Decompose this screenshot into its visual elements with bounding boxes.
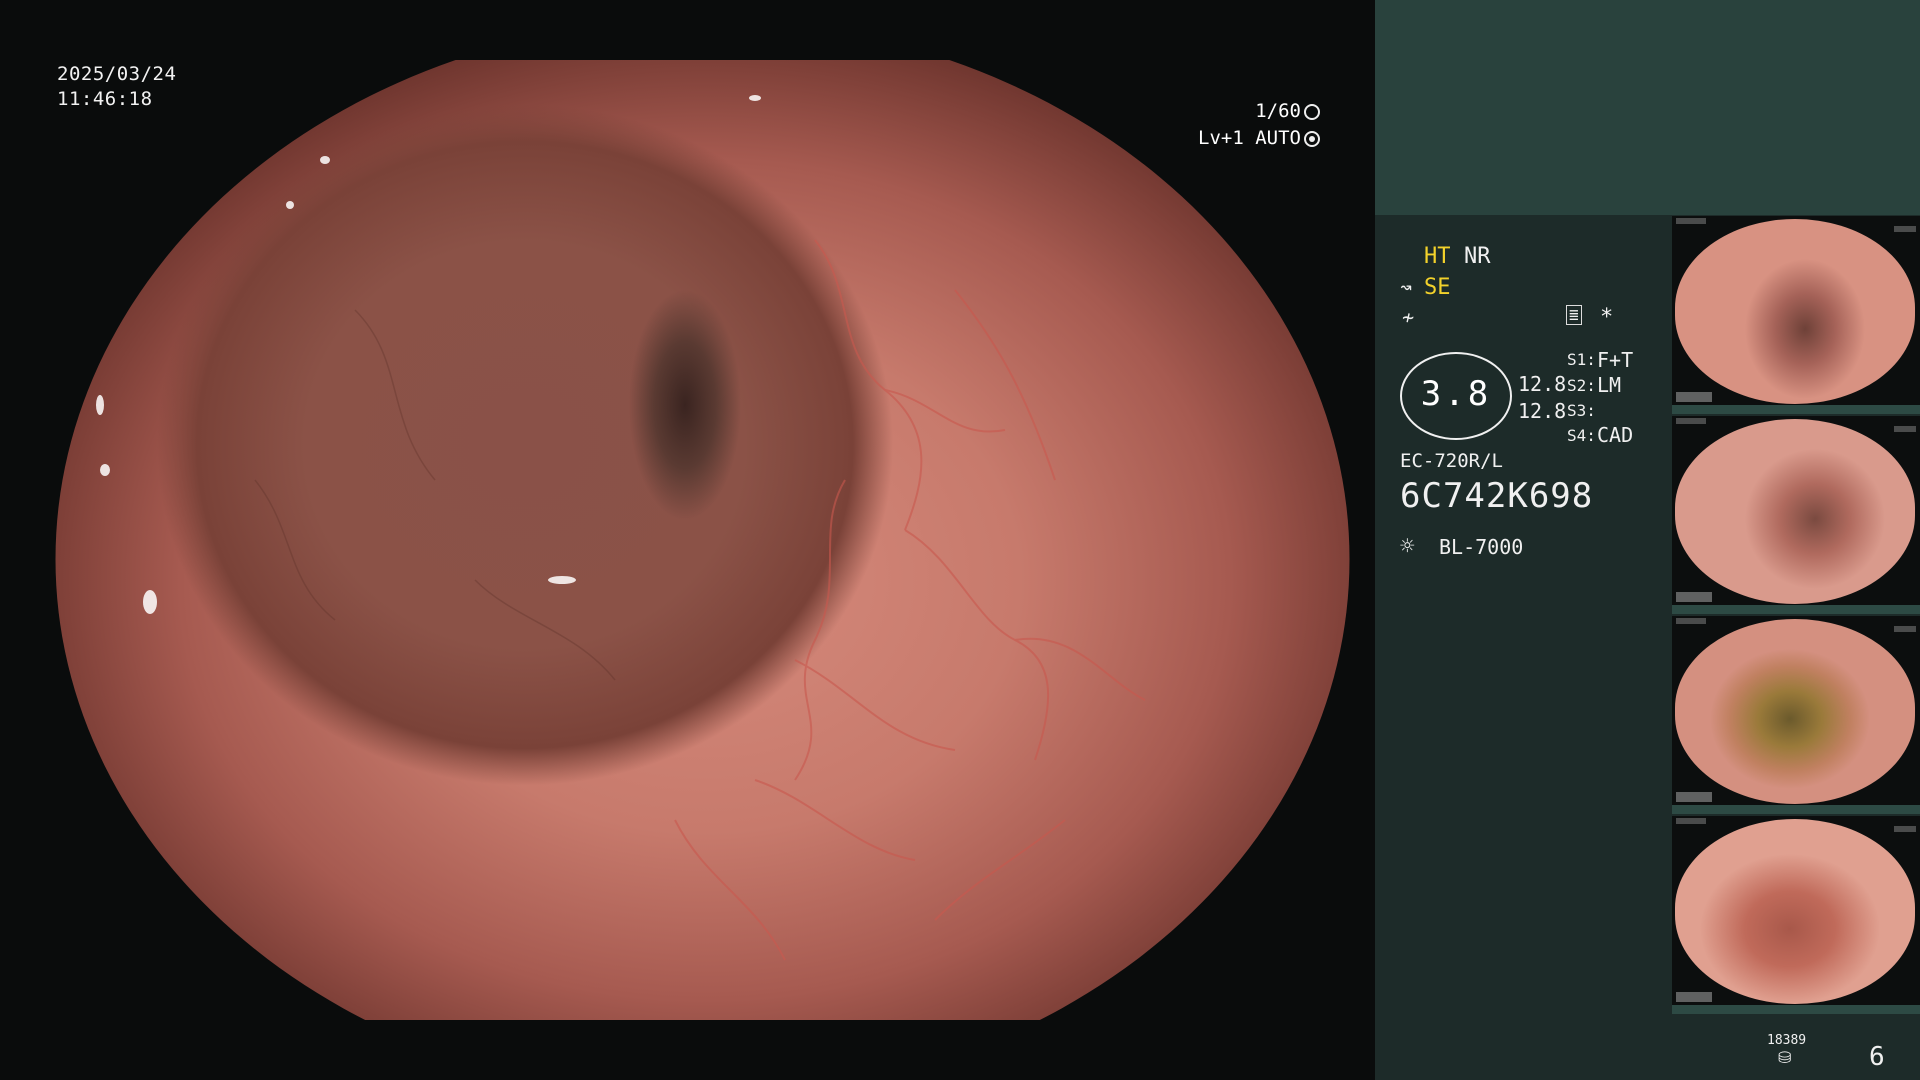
disk-stack-icon: ⛁ [1778, 1048, 1792, 1067]
serial-number: 6C742K698 [1400, 476, 1594, 516]
s3-label: S3: [1567, 401, 1596, 420]
mucosa-vessel-pattern [96, 95, 1146, 961]
thumbnail-image [1675, 819, 1915, 1004]
storage-count: 18389 [1767, 1033, 1807, 1048]
thumbnail-image [1675, 419, 1915, 604]
s1-value: F+T [1597, 348, 1634, 372]
asterisk-icon: * [1600, 305, 1614, 330]
shutter-speed: 1/60 [1200, 100, 1320, 122]
s2-label: S2: [1567, 376, 1596, 395]
nr-label: NR [1464, 244, 1491, 269]
captured-image-thumbnail[interactable] [1672, 616, 1920, 814]
light-source: BL-7000 [1439, 535, 1524, 559]
captured-image-thumbnail[interactable] [1672, 216, 1920, 414]
captured-image-thumbnail[interactable] [1672, 416, 1920, 614]
enhance-icon: ↝ [1400, 275, 1413, 299]
scope-model: EC-720R/L [1400, 450, 1503, 472]
value-1: 12.8 [1518, 372, 1567, 396]
se-label: SE [1424, 275, 1451, 300]
thumbnail-bar [1672, 1005, 1920, 1014]
s2-value: LM [1597, 373, 1622, 397]
shutter-text: 1/60 [1255, 100, 1301, 122]
date-text: 2025/03/24 [57, 63, 177, 85]
time-text: 11:46:18 [57, 88, 153, 110]
s4-value: CAD [1597, 423, 1634, 447]
captured-image-thumbnail[interactable] [1672, 816, 1920, 1014]
gauge-value: 3.8 [1420, 374, 1492, 414]
filter-icon: ≁ [1402, 305, 1415, 329]
thumbnail-bar [1672, 405, 1920, 414]
endoscopic-image [55, 60, 1350, 1020]
gauge: 3.8 [1400, 352, 1512, 440]
s1-label: S1: [1567, 350, 1596, 369]
aperture-icon [1304, 104, 1320, 120]
specular-highlights [96, 95, 761, 614]
thumbnail-bar [1672, 605, 1920, 614]
thumbnail-image [1675, 619, 1915, 804]
s4-label: S4: [1567, 426, 1596, 445]
ht-label: HT [1424, 244, 1451, 269]
value-2: 12.8 [1518, 399, 1567, 423]
sidebar-header [1375, 0, 1920, 215]
level-text: Lv+1 AUTO [1198, 127, 1301, 149]
captured-image-list [1672, 216, 1920, 1016]
iris-icon [1304, 131, 1320, 147]
date-time-overlay: 2025/03/24 11:46:18 [57, 62, 176, 112]
sun-icon: ☼ [1400, 532, 1415, 560]
endoscope-view: 2025/03/24 11:46:18 1/60 Lv+1 AUTO [0, 0, 1375, 1080]
image-count: 6 [1869, 1042, 1885, 1072]
brightness-level: Lv+1 AUTO [1180, 127, 1320, 149]
thumbnail-bar [1672, 805, 1920, 814]
thumbnail-image [1675, 219, 1915, 404]
menu-icon: ≣ [1566, 305, 1582, 325]
